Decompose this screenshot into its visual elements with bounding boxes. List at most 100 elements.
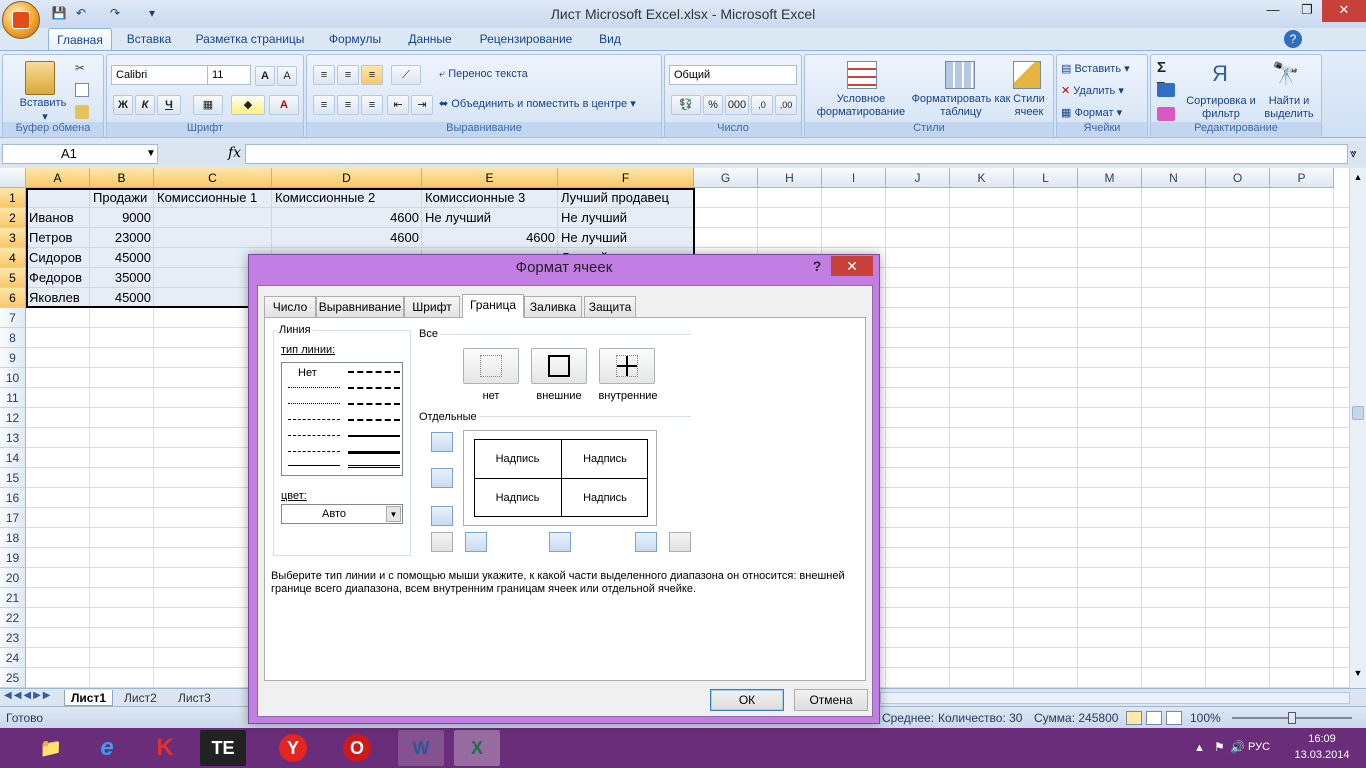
increase-decimal-icon[interactable]: ,0: [751, 95, 773, 115]
preset-outline-button[interactable]: [531, 348, 587, 384]
tab-data[interactable]: Данные: [398, 28, 462, 50]
tab-formulas[interactable]: Формулы: [320, 28, 390, 50]
line-style-none[interactable]: Нет: [298, 367, 317, 379]
excel-icon[interactable]: X: [454, 730, 500, 766]
row-header-24[interactable]: 24: [0, 648, 26, 668]
kaspersky-icon[interactable]: K: [142, 730, 188, 766]
increase-indent-icon[interactable]: ⇥: [411, 95, 433, 115]
cell-styles-button[interactable]: Стили ячеек: [1009, 93, 1049, 119]
fill-icon[interactable]: [1157, 83, 1175, 97]
row-header-7[interactable]: 7: [0, 308, 26, 328]
row-header-14[interactable]: 14: [0, 448, 26, 468]
zoom-level[interactable]: 100%: [1190, 707, 1221, 729]
row-header-23[interactable]: 23: [0, 628, 26, 648]
scroll-down-icon[interactable]: ▼: [1351, 668, 1365, 682]
row-header-8[interactable]: 8: [0, 328, 26, 348]
minimize-button[interactable]: —: [1256, 0, 1290, 22]
decrease-indent-icon[interactable]: ⇤: [387, 95, 409, 115]
save-icon[interactable]: 💾: [50, 4, 68, 22]
row-header-6[interactable]: 6: [0, 288, 26, 308]
horizontal-scrollbar[interactable]: [880, 692, 1350, 704]
normal-view-icon[interactable]: [1126, 711, 1142, 725]
redo-icon[interactable]: ↷: [106, 4, 124, 22]
tray-volume-icon[interactable]: 🔊: [1230, 740, 1245, 754]
orientation-icon[interactable]: ⟋: [391, 65, 421, 85]
clock-time[interactable]: 16:09: [1300, 733, 1344, 745]
cell-a4[interactable]: Сидоров: [26, 248, 90, 268]
cell-c1[interactable]: Комиссионные 1: [154, 188, 272, 208]
row-header-12[interactable]: 12: [0, 408, 26, 428]
clear-icon[interactable]: [1157, 107, 1175, 121]
border-right-button[interactable]: [635, 532, 657, 552]
merge-center-button[interactable]: ⬌ Объединить и поместить в центре ▾: [439, 98, 661, 111]
select-all-corner[interactable]: [0, 168, 26, 188]
restore-button[interactable]: ❐: [1290, 0, 1324, 22]
page-break-view-icon[interactable]: [1166, 711, 1182, 725]
column-header-k[interactable]: K: [950, 168, 1014, 188]
help-icon[interactable]: ?: [1284, 30, 1302, 48]
expand-formula-icon[interactable]: ⩔: [1350, 146, 1357, 161]
format-as-table-button[interactable]: Форматировать как таблицу: [911, 93, 1011, 119]
undo-icon[interactable]: ↶: [72, 4, 90, 22]
conditional-format-button[interactable]: Условное форматирование: [815, 93, 907, 119]
font-size-select[interactable]: 11: [207, 65, 251, 85]
shrink-font-icon[interactable]: A: [277, 66, 297, 86]
row-header-17[interactable]: 17: [0, 508, 26, 528]
row-header-18[interactable]: 18: [0, 528, 26, 548]
border-left-button[interactable]: [465, 532, 487, 552]
dialog-tab-alignment[interactable]: Выравнивание: [316, 296, 404, 317]
row-header-2[interactable]: 2: [0, 208, 26, 228]
find-select-button[interactable]: Найти и выделить: [1259, 95, 1319, 121]
line-style-dotted[interactable]: [288, 403, 340, 404]
border-preview[interactable]: Надпись Надпись Надпись Надпись: [463, 430, 657, 526]
preset-inside-button[interactable]: [599, 348, 655, 384]
cell-b1[interactable]: Продажи: [90, 188, 154, 208]
line-style-medium-dashed[interactable]: [348, 419, 400, 421]
align-middle-icon[interactable]: ≡: [337, 65, 359, 85]
column-header-l[interactable]: L: [1014, 168, 1078, 188]
name-box-dropdown-icon[interactable]: ▼: [146, 148, 156, 159]
cell-b5[interactable]: 35000: [90, 268, 154, 288]
cell-f3[interactable]: Не лучший: [558, 228, 694, 248]
format-painter-icon[interactable]: [75, 105, 89, 119]
input-language[interactable]: РУС: [1248, 741, 1270, 753]
formula-input[interactable]: [245, 144, 1348, 164]
column-header-p[interactable]: P: [1270, 168, 1334, 188]
opera-icon[interactable]: O: [334, 730, 380, 766]
row-header-21[interactable]: 21: [0, 588, 26, 608]
row-header-1[interactable]: 1: [0, 188, 26, 208]
format-cells-button[interactable]: ▦ Формат ▾: [1061, 107, 1145, 120]
te-app-icon[interactable]: TE: [200, 730, 246, 766]
cell-e1[interactable]: Комиссионные 3: [422, 188, 558, 208]
line-style-thin[interactable]: [288, 465, 340, 466]
border-diagonal-up-button[interactable]: [431, 532, 453, 552]
color-dropdown-icon[interactable]: ▼: [386, 506, 401, 522]
row-header-16[interactable]: 16: [0, 488, 26, 508]
cell-e2[interactable]: Не лучший: [422, 208, 558, 228]
ok-button[interactable]: ОК: [710, 689, 784, 711]
scroll-up-icon[interactable]: ▲: [1351, 172, 1365, 186]
column-header-j[interactable]: J: [886, 168, 950, 188]
cell-f1[interactable]: Лучший продавец: [558, 188, 694, 208]
cell-d2[interactable]: 4600: [272, 208, 422, 228]
line-style-medium-dash-dot[interactable]: [348, 403, 400, 405]
column-header-o[interactable]: O: [1206, 168, 1270, 188]
line-style-dash-dot-dot[interactable]: [288, 419, 340, 420]
cell-d3[interactable]: 4600: [272, 228, 422, 248]
yandex-browser-icon[interactable]: Y: [270, 730, 316, 766]
cell-e3[interactable]: 4600: [422, 228, 558, 248]
line-style-slanted-dash-dot[interactable]: [348, 387, 400, 389]
column-header-f[interactable]: F: [558, 168, 694, 188]
tab-view[interactable]: Вид: [590, 28, 630, 50]
row-header-22[interactable]: 22: [0, 608, 26, 628]
line-style-dash-dot[interactable]: [288, 435, 340, 436]
font-name-select[interactable]: Calibri: [111, 65, 211, 85]
cell-a5[interactable]: Федоров: [26, 268, 90, 288]
cell-a2[interactable]: Иванов: [26, 208, 90, 228]
align-bottom-icon[interactable]: ≡: [361, 65, 383, 85]
tab-insert[interactable]: Вставка: [116, 28, 182, 50]
insert-cells-button[interactable]: ▤ Вставить ▾: [1061, 63, 1145, 76]
column-header-m[interactable]: M: [1078, 168, 1142, 188]
cell-f2[interactable]: Не лучший: [558, 208, 694, 228]
column-header-d[interactable]: D: [272, 168, 422, 188]
